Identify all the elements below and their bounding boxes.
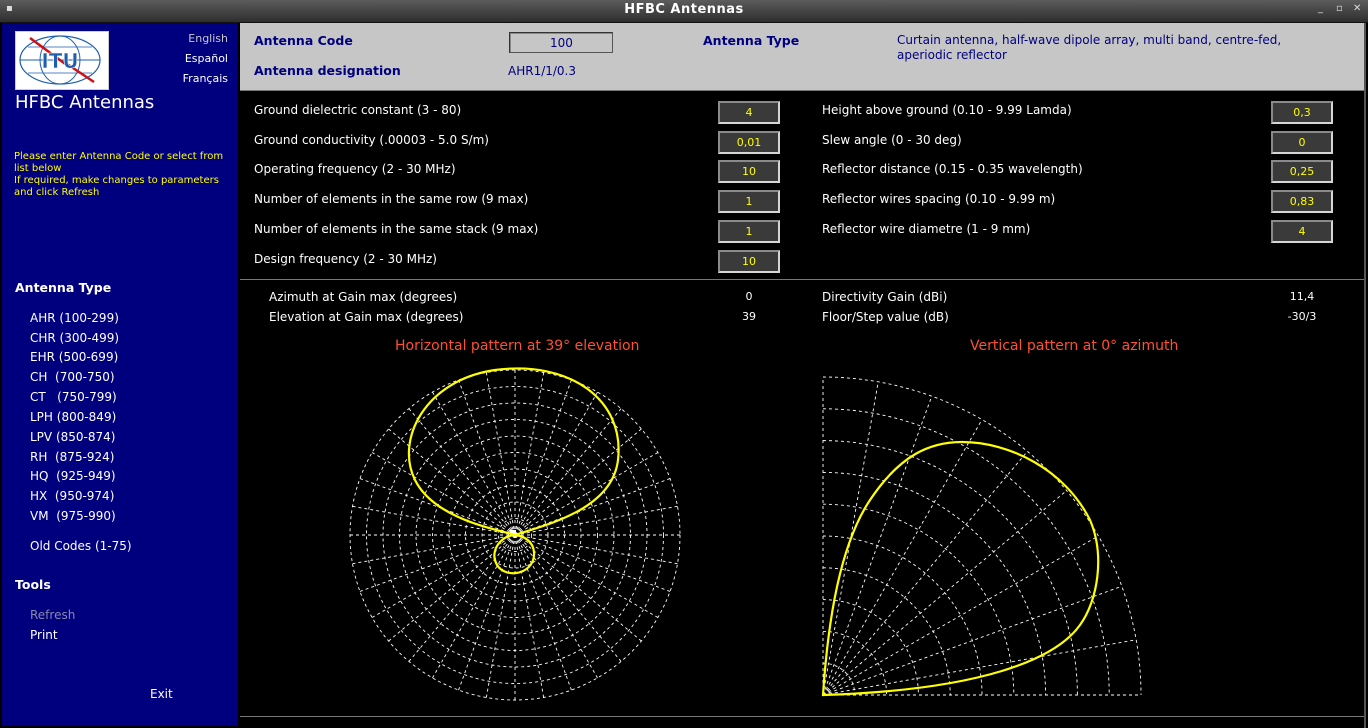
ground-dielectric-input[interactable] xyxy=(718,101,780,124)
horizontal-back-lobe xyxy=(493,533,536,575)
instructions-text: Please enter Antenna Code or select from… xyxy=(14,151,224,198)
sidebar: ITU English Español Français HFBC Antenn… xyxy=(2,23,238,726)
param-right-label-4: Reflector wire diametre (1 - 9 mm) xyxy=(822,222,1031,236)
param-right-label-3: Reflector wires spacing (0.10 - 9.99 m) xyxy=(822,192,1056,206)
h-grid-spoke xyxy=(514,505,678,536)
window-titlebar: ▪ HFBC Antennas _ ▫ ✕ xyxy=(0,0,1368,23)
elevation-label: Elevation at Gain max (degrees) xyxy=(269,310,464,324)
nav-ahr[interactable]: AHR (100-299) xyxy=(30,311,119,325)
antenna-header: Antenna Code Antenna designation AHR1/1/… xyxy=(240,23,1364,90)
close-icon[interactable]: ✕ xyxy=(1353,3,1361,14)
logo-text: ITU xyxy=(41,49,78,73)
azimuth-value: 0 xyxy=(745,290,753,303)
antenna-code-label: Antenna Code xyxy=(254,33,353,48)
v-grid-arc xyxy=(822,599,919,696)
nav-hx[interactable]: HX (950-974) xyxy=(30,489,114,503)
design-frequency-input[interactable] xyxy=(718,250,780,273)
horizontal-main-lobe xyxy=(407,367,620,537)
ground-conductivity-input[interactable] xyxy=(718,131,780,154)
nav-ch[interactable]: CH (700-750) xyxy=(30,370,115,384)
param-right-label-2: Reflector distance (0.15 - 0.35 waveleng… xyxy=(822,162,1083,176)
window-frame-right xyxy=(1364,23,1366,728)
gain-label: Directivity Gain (dBi) xyxy=(822,290,948,304)
tools-heading: Tools xyxy=(15,577,51,592)
parameters-panel: Ground dielectric constant (3 - 80) Grou… xyxy=(240,90,1364,280)
lang-english[interactable]: English xyxy=(188,32,228,45)
param-left-label-0: Ground dielectric constant (3 - 80) xyxy=(254,103,462,117)
elements-stack-input[interactable] xyxy=(718,220,780,243)
itu-logo-graphic: ITU xyxy=(19,35,101,85)
nav-chr[interactable]: CHR (300-499) xyxy=(30,331,119,345)
antenna-designation-label: Antenna designation xyxy=(254,63,401,78)
window-title: HFBC Antennas xyxy=(624,2,744,17)
instructions: Please enter Antenna Code or select from… xyxy=(14,151,226,199)
param-left-label-5: Design frequency (2 - 30 MHz) xyxy=(254,252,437,266)
reflector-spacing-input[interactable] xyxy=(1271,190,1333,213)
antenna-type-heading: Antenna Type xyxy=(15,280,112,295)
antenna-code-input[interactable] xyxy=(509,32,613,53)
elevation-value: 39 xyxy=(742,310,756,323)
param-left-label-3: Number of elements in the same row (9 ma… xyxy=(254,192,529,206)
nav-rh[interactable]: RH (875-924) xyxy=(30,450,115,464)
floor-label: Floor/Step value (dB) xyxy=(822,310,949,324)
antenna-type-value: Curtain antenna, half-wave dipole array,… xyxy=(897,33,1282,62)
h-grid-spoke xyxy=(352,505,516,536)
nav-old-codes[interactable]: Old Codes (1-75) xyxy=(30,539,132,553)
antenna-designation-value: AHR1/1/0.3 xyxy=(508,64,577,78)
floor-value: -30/3 xyxy=(1287,310,1317,323)
param-left-label-4: Number of elements in the same stack (9 … xyxy=(254,222,539,236)
gain-value: 11,4 xyxy=(1289,290,1315,303)
horizontal-pattern-title: Horizontal pattern at 39° elevation xyxy=(395,338,640,354)
vertical-pattern-title: Vertical pattern at 0° azimuth xyxy=(970,338,1179,354)
reflector-distance-input[interactable] xyxy=(1271,160,1333,183)
nav-ehr[interactable]: EHR (500-699) xyxy=(30,350,118,364)
nav-lpv[interactable]: LPV (850-874) xyxy=(30,430,115,444)
refresh-button[interactable]: Refresh xyxy=(30,608,75,622)
vertical-pattern-plot xyxy=(821,376,1142,697)
lang-francais[interactable]: Français xyxy=(183,72,228,85)
param-left-label-2: Operating frequency (2 - 30 MHz) xyxy=(254,162,456,176)
v-grid-arc xyxy=(822,535,983,696)
nav-vm[interactable]: VM (975-990) xyxy=(30,509,116,523)
nav-hq[interactable]: HQ (925-949) xyxy=(30,469,116,483)
h-grid-spoke xyxy=(485,534,516,698)
elements-row-input[interactable] xyxy=(718,190,780,213)
bottom-divider xyxy=(240,716,1364,717)
print-button[interactable]: Print xyxy=(30,628,58,642)
param-right-label-1: Slew angle (0 - 30 deg) xyxy=(822,133,962,147)
reflector-diametre-input[interactable] xyxy=(1271,220,1333,243)
exit-button[interactable]: Exit xyxy=(150,687,173,701)
v-grid-arc xyxy=(822,376,1142,696)
horizontal-pattern-plot xyxy=(349,367,681,701)
operating-frequency-input[interactable] xyxy=(718,160,780,183)
height-above-ground-input[interactable] xyxy=(1271,101,1333,124)
vertical-grid xyxy=(822,376,1142,696)
param-left-label-1: Ground conductivity (.00003 - 5.0 S/m) xyxy=(254,133,489,147)
vertical-pattern-curve xyxy=(821,440,1100,697)
slew-angle-input[interactable] xyxy=(1271,131,1333,154)
maximize-icon[interactable]: ▫ xyxy=(1336,3,1343,14)
itu-logo: ITU xyxy=(15,31,109,90)
lang-espanol[interactable]: Español xyxy=(185,52,228,65)
minimize-icon[interactable]: _ xyxy=(1318,3,1323,14)
nav-ct[interactable]: CT (750-799) xyxy=(30,390,117,404)
azimuth-label: Azimuth at Gain max (degrees) xyxy=(269,290,458,304)
app-title: HFBC Antennas xyxy=(15,92,155,113)
h-grid-spoke xyxy=(352,534,516,565)
param-right-label-0: Height above ground (0.10 - 9.99 Lamda) xyxy=(822,103,1072,117)
nav-lph[interactable]: LPH (800-849) xyxy=(30,410,116,424)
antenna-type-label: Antenna Type xyxy=(703,33,800,48)
